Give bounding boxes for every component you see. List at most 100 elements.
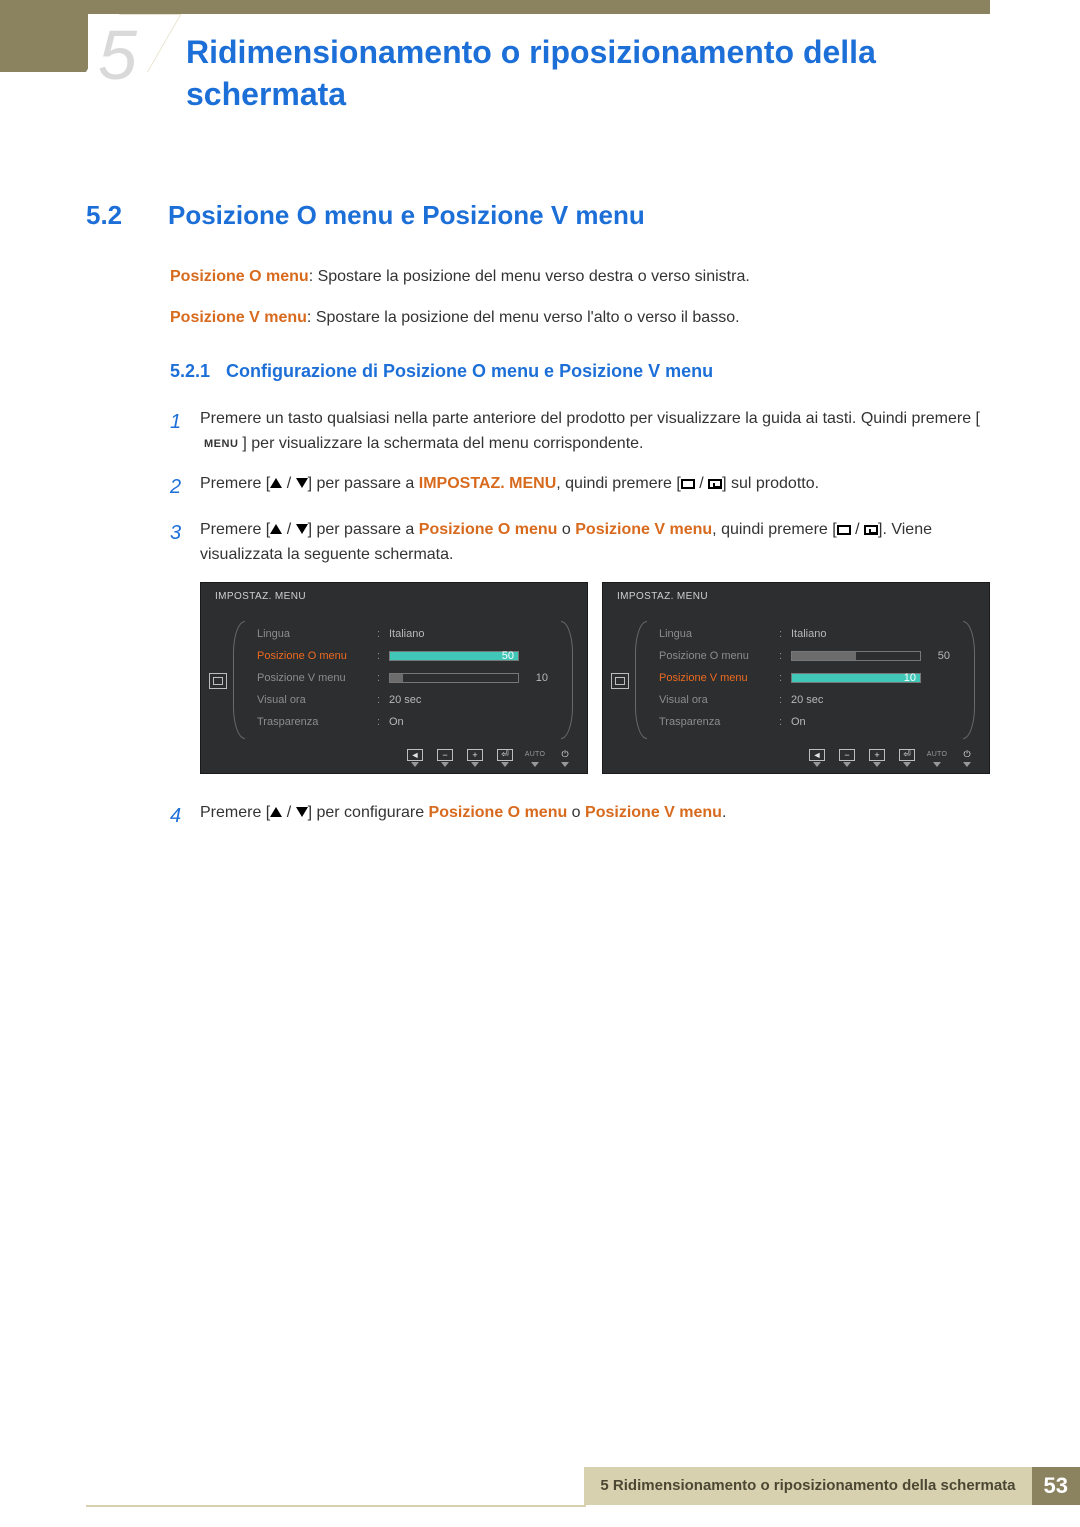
osd-colon: : [779,694,787,706]
osd-row-trasp: Trasparenza : On [257,711,557,733]
step-3-text-b: ] per passare a [308,521,419,538]
step-3-body: Premere [ / ] per passare a Posizione O … [200,517,990,568]
triangle-up-icon [270,807,282,817]
footer-page-number: 53 [1032,1467,1080,1505]
osd-row-visual: Visual ora : 20 sec [659,689,959,711]
osd-row-trasp: Trasparenza : On [659,711,959,733]
osd-rows: Lingua : Italiano Posizione O menu : 50 … [257,623,557,733]
osd-curve-right [561,621,573,739]
osd-val-visual: 20 sec [791,694,823,706]
indicator-icon [561,762,569,767]
osd-val-lingua: Italiano [791,628,826,640]
osd-val-trasp: On [389,716,404,728]
indicator-icon [933,762,941,767]
menu-key-icon: MENU [200,435,242,454]
osd-slider-pos-v: 10 [791,673,921,683]
rect-icon [681,479,695,489]
step-3-text-a: Premere [ [200,521,270,538]
triangle-down-icon [296,478,308,488]
slider-fill [390,674,403,682]
osd-colon: : [377,672,385,684]
page-footer: 5 Ridimensionamento o riposizionamento d… [584,1467,1080,1505]
osd-label-lingua: Lingua [659,628,775,640]
osd-btn-plus: + [869,749,885,767]
power-icon: ⏻ [959,749,975,761]
osd-btn-enter: ⏎ [899,749,915,767]
osd-label-visual: Visual ora [659,694,775,706]
osd-curve-right [963,621,975,739]
step-1: 1 Premere un tasto qualsiasi nella parte… [170,406,990,457]
chapter-number: 5 [98,20,137,90]
intro-o: Posizione O menu: Spostare la posizione … [170,265,990,290]
osd-title: IMPOSTAZ. MENU [215,591,306,602]
footer-text: 5 Ridimensionamento o riposizionamento d… [584,1467,1031,1505]
enter-icon [864,525,878,535]
enter-icon: ⏎ [899,749,915,761]
step-4: 4 Premere [ / ] per configurare Posizion… [170,800,990,832]
osd-val-trasp: On [791,716,806,728]
indicator-icon [873,762,881,767]
step-3: 3 Premere [ / ] per passare a Posizione … [170,517,990,568]
osd-label-pos-v: Posizione V menu [257,672,373,684]
osd-colon: : [377,694,385,706]
indicator-icon [843,762,851,767]
osd-row-lingua: Lingua : Italiano [257,623,557,645]
step-2-text-b: ] per passare a [308,475,419,492]
subsection-number: 5.2.1 [170,361,210,382]
osd-label-pos-v: Posizione V menu [659,672,775,684]
step-4-body: Premere [ / ] per configurare Posizione … [200,800,990,832]
indicator-icon [963,762,971,767]
slider-fill [792,652,856,660]
indicator-icon [501,762,509,767]
osd-colon: : [377,628,385,640]
indicator-icon [531,762,539,767]
step-1-number: 1 [170,406,182,457]
osd-btn-minus: − [839,749,855,767]
osd-btn-minus: − [437,749,453,767]
osd-label-visual: Visual ora [257,694,373,706]
indicator-icon [411,762,419,767]
section-number: 5.2 [86,200,148,231]
osd-label-trasp: Trasparenza [659,716,775,728]
step-1-text-b: ] per visualizzare la schermata del menu… [242,435,643,452]
slider-value: 50 [488,650,514,662]
enter-icon: ⏎ [497,749,513,761]
rect-icon [837,525,851,535]
minus-icon: − [437,749,453,761]
indicator-icon [471,762,479,767]
osd-val-lingua: Italiano [389,628,424,640]
section-heading: 5.2 Posizione O menu e Posizione V menu [86,200,990,231]
step-2-impostaz: IMPOSTAZ. MENU [419,475,556,492]
osd-colon: : [377,716,385,728]
step-2-number: 2 [170,471,182,503]
content-area: 5.2 Posizione O menu e Posizione V menu … [86,200,990,846]
slider-value: 10 [890,672,916,684]
step-4-text-c: . [722,804,726,821]
osd-btn-back: ◄ [407,749,423,767]
osd-row-pos-v: Posizione V menu : 10 [659,667,959,689]
indicator-icon [813,762,821,767]
step-2-text-a: Premere [ [200,475,270,492]
osd-row-lingua: Lingua : Italiano [659,623,959,645]
step-4-pos-o: Posizione O menu [429,804,568,821]
osd-footer: ◄ − + ⏎ AUTO ⏻ [603,749,989,767]
step-4-pos-v: Posizione V menu [585,804,722,821]
osd-category-icon [209,673,227,689]
step-1-text-a: Premere un tasto qualsiasi nella parte a… [200,410,980,427]
intro-v-label: Posizione V menu [170,309,307,326]
enter-icon [708,479,722,489]
osd-label-pos-o: Posizione O menu [659,650,775,662]
osd-label-trasp: Trasparenza [257,716,373,728]
minus-icon: − [839,749,855,761]
step-3-number: 3 [170,517,182,568]
step-2-text-c: , quindi premere [ [556,475,681,492]
osd-row-visual: Visual ora : 20 sec [257,689,557,711]
osd-btn-back: ◄ [809,749,825,767]
osd-btn-auto: AUTO [929,749,945,767]
step-2-body: Premere [ / ] per passare a IMPOSTAZ. ME… [200,471,990,503]
osd-slider-pos-o: 50 [791,651,921,661]
osd-screenshots: IMPOSTAZ. MENU Lingua : Italiano Posizio… [200,582,990,774]
step-4-text-b: ] per configurare [308,804,429,821]
step-4-number: 4 [170,800,182,832]
triangle-down-icon [296,807,308,817]
